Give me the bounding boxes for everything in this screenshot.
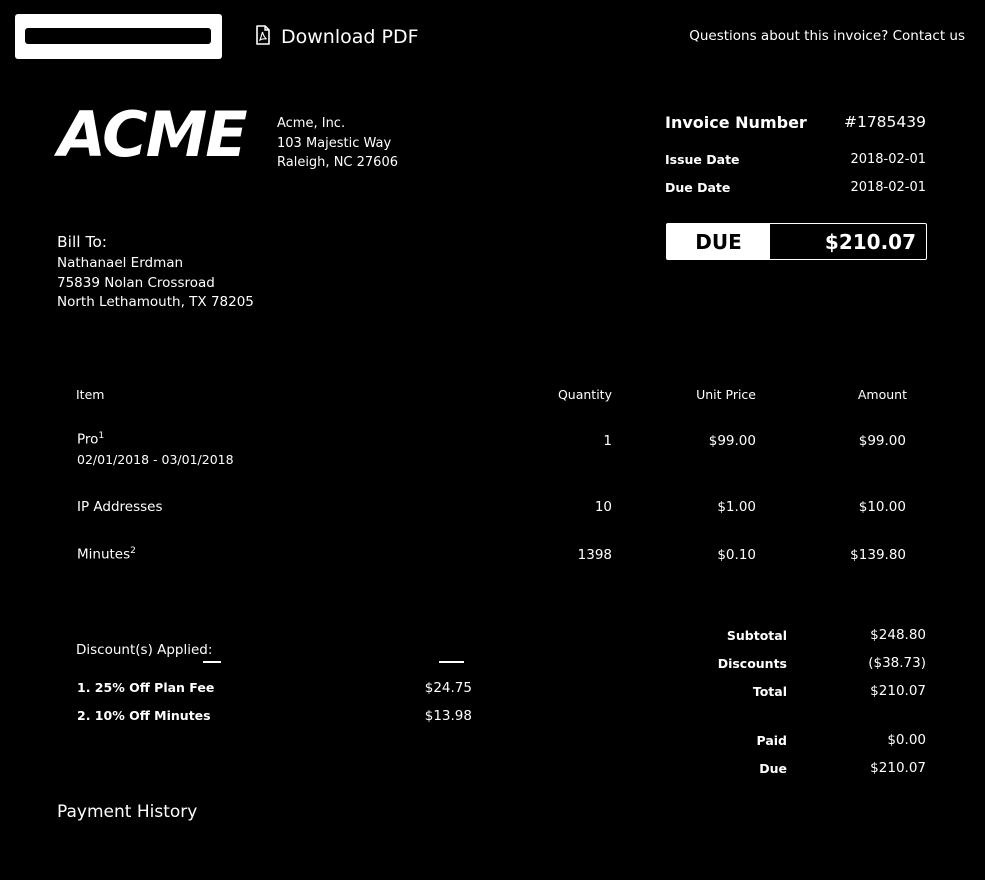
company-address-line1: 103 Majestic Way [277,135,392,151]
column-header-quantity: Quantity [557,387,612,402]
amount-due-badge-label: DUE [667,224,770,259]
table-row-item: Pro1 [77,431,104,448]
bill-to-name: Nathanael Erdman [57,255,184,271]
redacted-account-button[interactable] [15,14,222,59]
amount-due-badge-value: $210.07 [824,229,916,254]
invoice-number-label: Invoice Number [665,113,807,132]
item-name: IP Addresses [77,499,163,515]
footnote-marker: 2 [130,546,136,556]
discount-amount: $13.98 [424,708,472,724]
company-name: Acme, Inc. [277,116,346,131]
discounts-total-label: Discounts [717,656,787,671]
paid-label: Paid [756,733,788,748]
discount-amount: $24.75 [424,680,472,696]
column-header-unit-price: Unit Price [696,387,756,402]
column-header-item: Item [76,387,105,402]
bill-to-city: North Lethamouth, TX 78205 [57,294,254,310]
subtotal-value: $248.80 [870,627,926,643]
item-unit-price: $0.10 [717,547,756,563]
discount-label: 2. 10% Off Minutes [77,708,211,723]
amount-due-value: $210.07 [870,760,926,776]
due-date: 2018-02-01 [850,180,926,195]
company-logo: ACME [58,98,248,171]
issue-date: 2018-02-01 [850,152,926,167]
discount-label: 1. 25% Off Plan Fee [77,680,215,695]
item-amount: $10.00 [858,499,906,515]
column-header-amount: Amount [857,387,907,402]
invoice-number: #1785439 [843,113,926,131]
item-unit-price: $99.00 [708,433,756,449]
total-value: $210.07 [870,683,926,699]
bill-to-street: 75839 Nolan Crossroad [57,274,215,291]
payment-history-title: Payment History [57,802,198,822]
company-address-line2: Raleigh, NC 27606 [277,155,398,170]
item-quantity: 1398 [577,547,612,563]
discounts-title: Discount(s) Applied: [76,642,213,658]
table-row-item: Minutes2 [77,546,136,563]
redaction-mark [25,28,211,44]
discounts-total-value: ($38.73) [868,655,926,671]
issue-date-label: Issue Date [665,152,740,167]
download-pdf-label: Download PDF [281,26,419,48]
item-name: Minutes [77,546,131,563]
paid-value: $0.00 [887,732,926,748]
bill-to-title: Bill To: [57,233,108,251]
item-unit-price: $1.00 [717,499,756,515]
item-period: 02/01/2018 - 03/01/2018 [77,452,234,467]
amount-due-label: Due [759,761,787,776]
footnote-marker: 1 [98,431,105,441]
contact-link[interactable]: Questions about this invoice? Contact us [689,28,965,44]
download-pdf-link[interactable]: Download PDF [255,24,419,50]
item-quantity: 1 [603,433,612,449]
bill-to-address: Nathanael Erdman 75839 Nolan Crossroad N… [57,254,254,313]
item-name: Pro [77,431,99,448]
pdf-file-icon [255,25,271,49]
divider [439,661,464,663]
subtotal-label: Subtotal [726,628,787,643]
divider [203,661,221,663]
total-label: Total [752,684,787,699]
item-amount: $139.80 [850,547,906,563]
due-date-label: Due Date [665,180,731,195]
amount-due-badge: DUE $210.07 [666,223,927,260]
item-amount: $99.00 [858,433,906,449]
item-quantity: 10 [594,499,612,515]
company-address: Acme, Inc. 103 Majestic Way Raleigh, NC … [277,114,398,173]
